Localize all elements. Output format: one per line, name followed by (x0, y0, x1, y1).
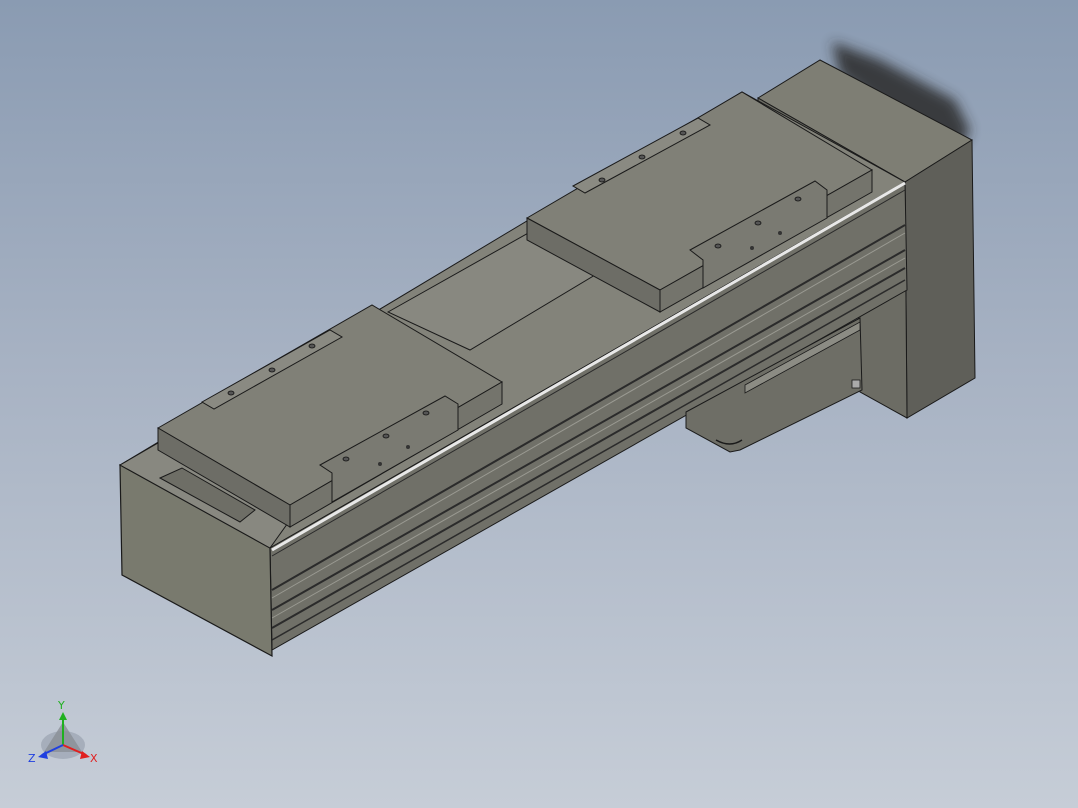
y-arrow-icon (59, 712, 67, 720)
x-axis-label: X (90, 752, 98, 765)
model-canvas[interactable]: Y X Z (0, 0, 1078, 808)
motor-front-face (904, 139, 976, 419)
y-axis-label: Y (57, 699, 65, 712)
coordinate-triad[interactable]: Y X Z (28, 699, 98, 765)
z-axis-label: Z (28, 752, 36, 765)
cad-viewport[interactable]: Y X Z (0, 0, 1078, 808)
